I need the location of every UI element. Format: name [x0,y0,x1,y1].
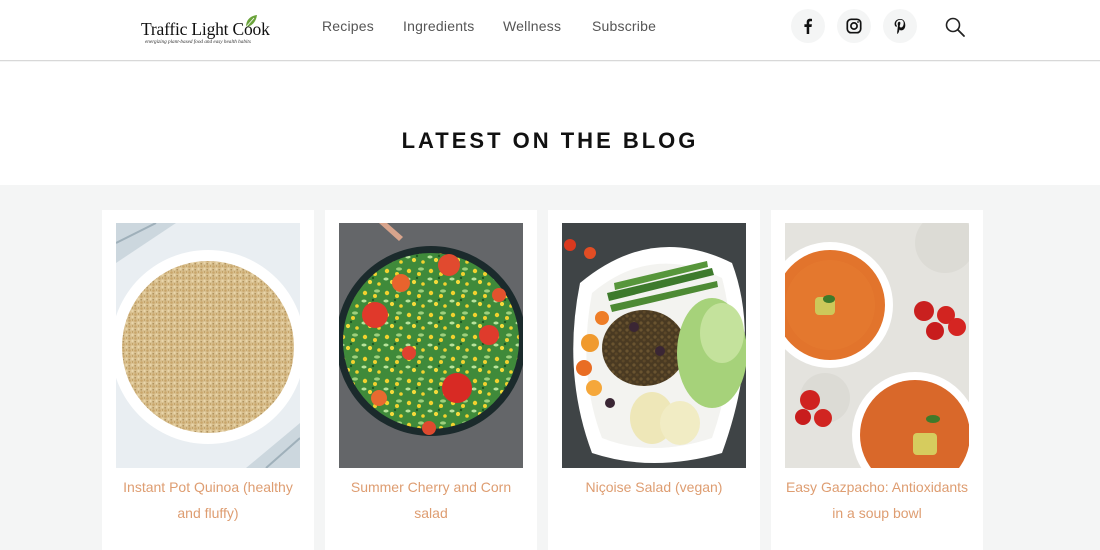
post-image-nicoise-salad[interactable] [562,223,746,468]
post-card[interactable]: Summer Cherry and Corn salad [325,210,537,550]
latest-section-header: LATEST ON THE BLOG [0,62,1100,185]
site-header: Traffic Light Cook energizing plant-base… [0,0,1100,61]
post-title[interactable]: Summer Cherry and Corn salad [333,475,529,526]
instagram-link[interactable] [837,9,871,43]
section-title: LATEST ON THE BLOG [401,128,699,153]
pinterest-link[interactable] [883,9,917,43]
post-card[interactable]: Niçoise Salad (vegan) [548,210,760,550]
nav-ingredients[interactable]: Ingredients [403,18,474,34]
facebook-link[interactable] [791,9,825,43]
nav-recipes[interactable]: Recipes [322,18,374,34]
site-logo[interactable]: Traffic Light Cook energizing plant-base… [141,13,276,49]
post-card[interactable]: Easy Gazpacho: Antioxidants in a soup bo… [771,210,983,550]
search-icon[interactable] [943,15,967,39]
logo-text: Traffic Light Cook [141,19,270,39]
pinterest-icon [894,19,906,34]
post-title[interactable]: Niçoise Salad (vegan) [556,475,752,501]
facebook-icon [804,18,812,34]
nav-wellness[interactable]: Wellness [503,18,561,34]
nav-subscribe[interactable]: Subscribe [592,18,656,34]
post-image-gazpacho[interactable] [785,223,969,468]
logo-tagline: energizing plant-based food and easy hea… [145,39,251,45]
post-image-summer-salad[interactable] [339,223,523,468]
post-image-quinoa[interactable] [116,223,300,468]
post-card[interactable]: Instant Pot Quinoa (healthy and fluffy) [102,210,314,550]
instagram-icon [846,18,862,34]
post-title[interactable]: Easy Gazpacho: Antioxidants in a soup bo… [779,475,975,526]
post-title[interactable]: Instant Pot Quinoa (healthy and fluffy) [110,475,306,526]
